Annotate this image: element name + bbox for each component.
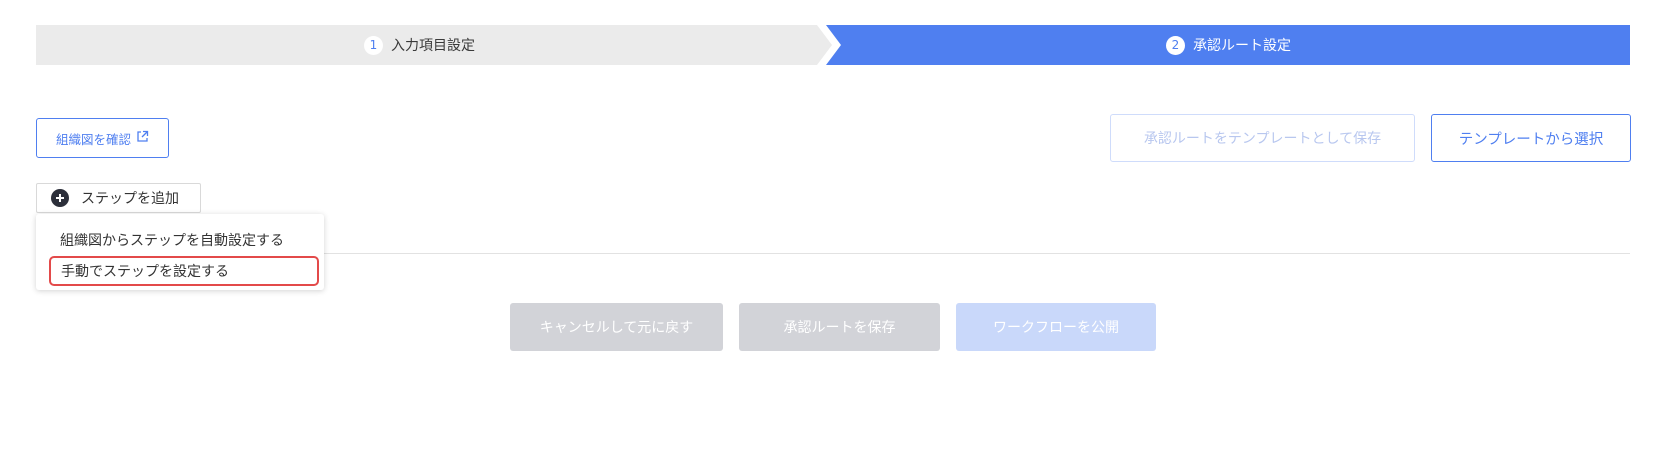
step-1[interactable]: 1 入力項目設定 [364,25,475,65]
approval-route-page: 1 入力項目設定 2 承認ルート設定 組織図を確認 承認ルートをテンプレートとし… [0,0,1662,459]
step-2[interactable]: 2 承認ルート設定 [1166,25,1291,65]
menu-item-manual-setup[interactable]: 手動でステップを設定する [49,256,319,286]
save-as-template-label: 承認ルートをテンプレートとして保存 [1143,131,1382,147]
menu-item-auto-from-org-chart[interactable]: 組織図からステップを自動設定する [48,225,312,255]
progress-stepper: 1 入力項目設定 2 承認ルート設定 [36,25,1630,65]
menu-item-label: 組織図からステップを自動設定する [60,233,284,249]
select-template-button[interactable]: テンプレートから選択 [1431,114,1631,162]
publish-workflow-button[interactable]: ワークフローを公開 [956,303,1156,351]
org-chart-button[interactable]: 組織図を確認 [36,118,169,158]
add-step-label: ステップを追加 [81,191,179,207]
save-route-button[interactable]: 承認ルートを保存 [739,303,940,351]
external-link-icon [136,130,149,146]
add-step-menu: 組織図からステップを自動設定する 手動でステップを設定する [36,214,324,290]
plus-circle-icon [51,189,69,207]
org-chart-label: 組織図を確認 [55,131,131,147]
menu-item-label: 手動でステップを設定する [61,264,229,280]
save-route-label: 承認ルートを保存 [783,320,896,336]
step-2-label: 承認ルート設定 [1193,38,1291,54]
stepper-background [36,25,1630,65]
select-template-label: テンプレートから選択 [1458,131,1604,148]
publish-workflow-label: ワークフローを公開 [993,320,1119,336]
step-2-number: 2 [1166,35,1185,55]
cancel-revert-label: キャンセルして元に戻す [539,320,694,336]
cancel-revert-button[interactable]: キャンセルして元に戻す [510,303,723,351]
step-1-number: 1 [364,35,383,55]
save-as-template-button[interactable]: 承認ルートをテンプレートとして保存 [1110,114,1415,162]
add-step-button[interactable]: ステップを追加 [36,183,201,213]
step-1-label: 入力項目設定 [391,38,475,54]
